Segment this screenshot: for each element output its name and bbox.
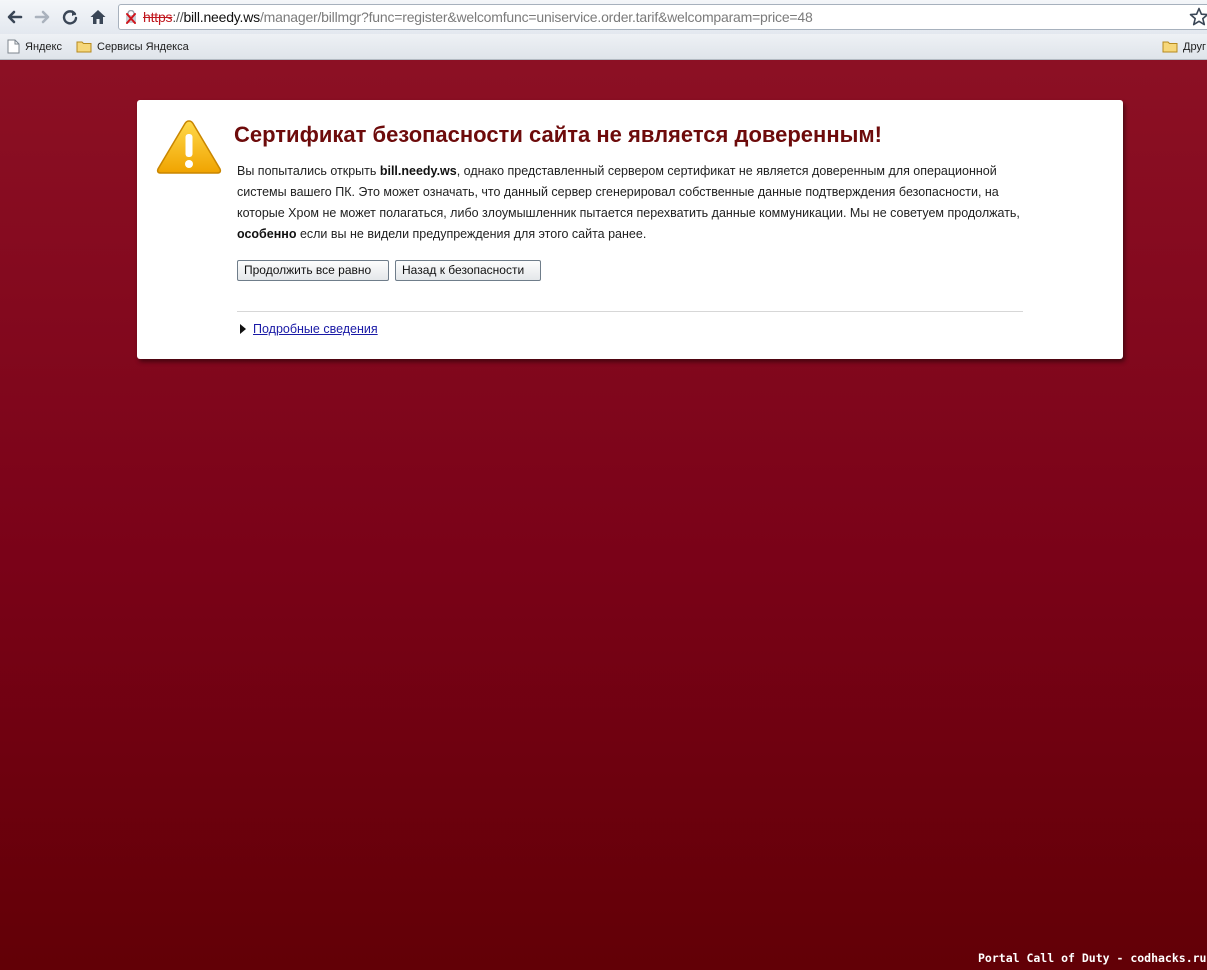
bookmark-label: Яндекс [25,40,62,53]
url-text: https://bill.needy.ws/manager/billmgr?fu… [143,5,813,29]
site-host: bill.needy.ws [379,164,457,178]
folder-icon [1162,41,1178,53]
warning-card: Сертификат безопасности сайта не являетс… [137,100,1123,359]
broken-lock-icon [126,10,136,24]
home-icon [90,10,106,24]
url-separator: :// [172,9,184,25]
proceed-anyway-button[interactable]: Продолжить все равно [237,260,389,281]
url-scheme: https [143,9,173,25]
warning-triangle-icon [156,120,222,174]
bookmark-folder-yandex-services[interactable]: Сервисы Яндекса [76,38,189,55]
expand-arrow-icon [240,324,246,334]
bookmark-label: Сервисы Яндекса [97,40,189,53]
description-text: если вы не видели предупреждения для это… [296,227,647,241]
forward-arrow-icon [34,10,50,24]
details-link[interactable]: Подробные сведения [253,322,378,336]
bookmarks-bar: Яндекс Сервисы Яндекса Друг [0,34,1207,60]
address-bar[interactable]: https://bill.needy.ws/manager/billmgr?fu… [118,4,1207,30]
ssl-error-page: Сертификат безопасности сайта не являетс… [0,60,1207,970]
description-text: Вы попытались открыть [237,164,380,178]
folder-icon [76,41,92,53]
star-icon [1189,7,1207,26]
forward-button[interactable] [31,6,53,28]
emphasis-text: особенно [237,227,297,241]
details-toggle[interactable]: Подробные сведения [240,321,378,337]
reload-icon [62,10,78,25]
bookmark-yandex[interactable]: Яндекс [7,38,62,55]
url-path: /manager/billmgr?func=register&welcomfun… [259,9,813,25]
reload-button[interactable] [59,6,81,28]
page-icon [7,39,20,54]
home-button[interactable] [87,6,109,28]
url-host: bill.needy.ws [183,9,260,25]
bookmark-folder-other[interactable]: Друг [1162,38,1206,55]
back-button[interactable] [4,6,26,28]
page-title: Сертификат безопасности сайта не являетс… [234,122,883,147]
warning-description: Вы попытались открыть bill.needy.ws, одн… [237,161,1037,245]
browser-toolbar: https://bill.needy.ws/manager/billmgr?fu… [0,0,1207,34]
back-to-safety-button[interactable]: Назад к безопасности [395,260,541,281]
watermark: Portal Call of Duty - codhacks.ru [978,951,1207,965]
back-arrow-icon [7,10,23,24]
divider [237,311,1023,312]
bookmark-star-button[interactable] [1189,7,1207,27]
bookmark-label: Друг [1183,40,1206,53]
